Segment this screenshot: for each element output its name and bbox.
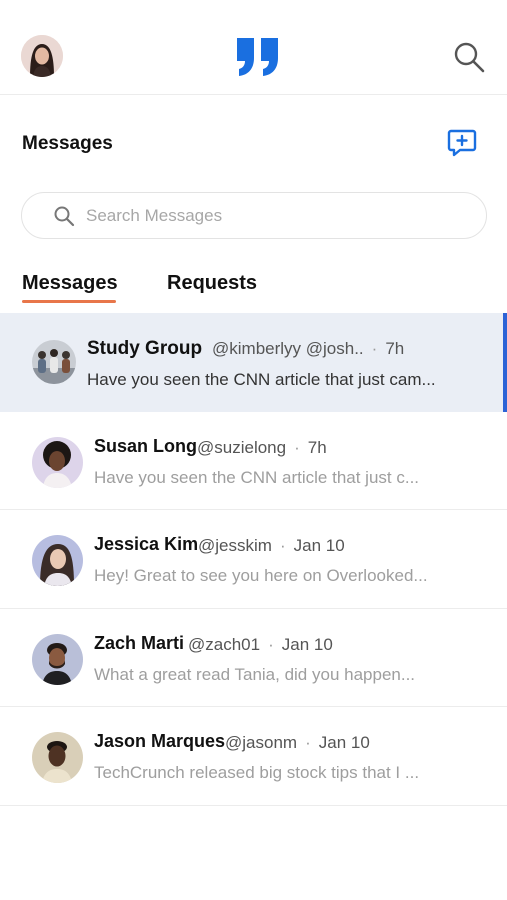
conversation-row[interactable]: Jason Marques @jasonm · Jan 10 TechCrunch … <box>0 707 507 806</box>
conversation-name: Susan Long <box>94 435 197 456</box>
conversation-meta: @zach01 · Jan 10 <box>188 634 333 654</box>
group-avatar-icon <box>32 340 76 384</box>
group-avatar <box>32 340 76 384</box>
conversation-handle: @kimberlyy @josh.. <box>212 339 364 358</box>
conversation-time: Jan 10 <box>281 634 333 654</box>
active-tab-indicator <box>22 300 116 303</box>
conversation-row[interactable]: Zach Marti @zach01 · Jan 10 What a great r… <box>0 609 507 707</box>
profile-avatar[interactable] <box>21 35 63 77</box>
user-avatar <box>32 732 83 783</box>
quote-logo-icon <box>237 38 278 76</box>
conversation-meta: @jesskim · Jan 10 <box>198 536 345 555</box>
conversation-row[interactable]: Study Group @kimberlyy @josh.. · 7h Have y… <box>0 313 507 412</box>
conversation-list: Study Group @kimberlyy @josh.. · 7h Have y… <box>0 313 507 806</box>
user-avatar-icon <box>32 732 83 783</box>
conversation-handle: @jasonm <box>225 733 298 752</box>
conversation-time: Jan 10 <box>318 733 370 752</box>
conversation-preview: Have you seen the CNN article that just … <box>87 370 436 389</box>
search-bar <box>21 192 487 239</box>
conversation-preview: TechCrunch released big stock tips that … <box>94 763 420 782</box>
user-avatar-icon <box>32 535 83 586</box>
conversation-name: Study Group <box>87 338 203 359</box>
conversation-row[interactable]: Jessica Kim @jesskim · Jan 10 Hey! Great t… <box>0 510 507 609</box>
new-message-button[interactable] <box>446 127 478 159</box>
user-avatar-icon <box>32 633 83 685</box>
user-avatar <box>32 535 83 586</box>
conversation-time: 7h <box>307 437 327 457</box>
conversation-preview: What a great read Tania, did you happen.… <box>94 664 416 684</box>
conversation-meta: @kimberlyy @josh.. · 7h <box>212 339 405 358</box>
top-bar <box>0 0 507 95</box>
conversation-preview: Hey! Great to see you here on Overlooked… <box>94 566 428 585</box>
search-icon <box>54 206 75 227</box>
user-avatar <box>32 436 83 488</box>
user-avatar <box>32 633 83 685</box>
conversation-meta: @jasonm · Jan 10 <box>225 733 370 752</box>
quote-logo[interactable] <box>234 36 282 78</box>
conversation-row[interactable]: Susan Long @suzielong · 7h Have you seen t… <box>0 412 507 510</box>
tab-messages[interactable]: Messages <box>22 272 118 295</box>
conversation-handle: @zach01 <box>188 634 261 654</box>
conversation-name: Jason Marques <box>94 731 226 751</box>
page-title: Messages <box>22 133 113 154</box>
new-message-icon <box>447 129 477 157</box>
conversation-name: Jessica Kim <box>94 534 199 554</box>
conversation-handle: @suzielong <box>197 437 287 457</box>
user-avatar-icon <box>32 436 83 488</box>
conversation-name: Zach Marti <box>94 632 185 653</box>
search-icon <box>454 42 485 73</box>
conversation-time: Jan 10 <box>293 536 345 555</box>
conversation-meta: @suzielong · 7h <box>197 437 327 457</box>
conversation-handle: @jesskim <box>198 536 272 555</box>
profile-avatar-icon <box>21 35 63 77</box>
search-button[interactable] <box>452 40 486 74</box>
conversation-preview: Have you seen the CNN article that just … <box>94 467 420 487</box>
search-input[interactable] <box>86 201 466 231</box>
conversation-time: 7h <box>385 339 405 358</box>
tab-requests[interactable]: Requests <box>167 272 257 295</box>
